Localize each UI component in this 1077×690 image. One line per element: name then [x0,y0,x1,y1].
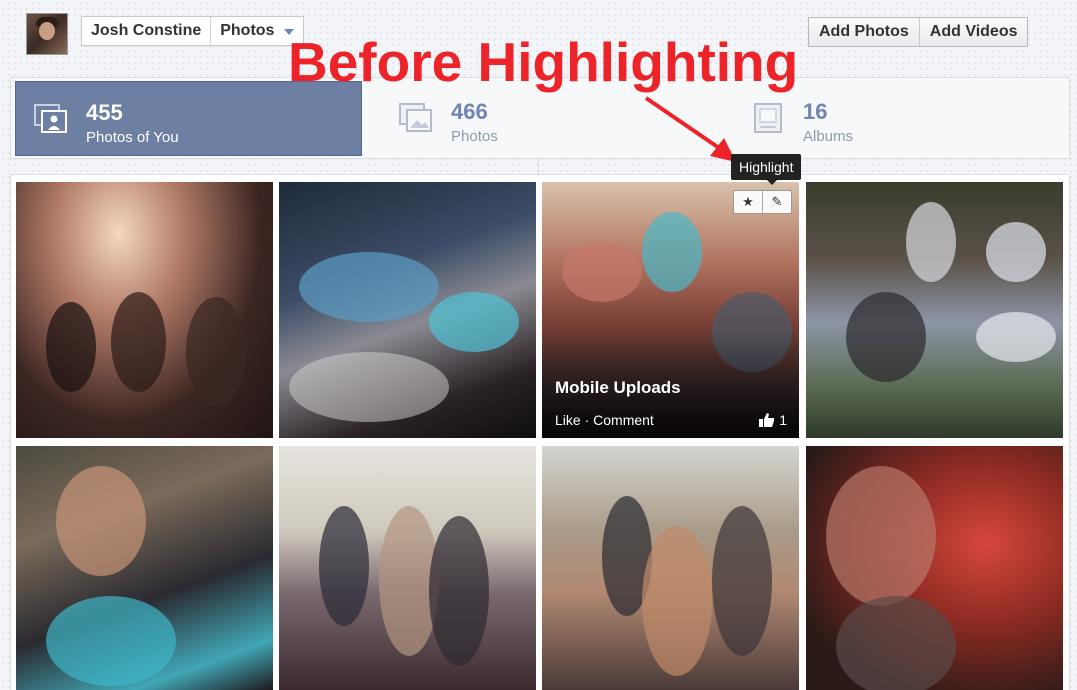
highlight-tooltip: Highlight [731,154,802,185]
stat-count: 16 [803,99,828,124]
photo-thumbnail-hovered[interactable]: ★ ✎ Mobile Uploads Like · Comment 1 [542,182,799,438]
album-title[interactable]: Mobile Uploads [555,378,681,398]
photo-tools: ★ ✎ [733,190,792,214]
photo-actions: Like · Comment [555,412,654,428]
stat-label: Photos of You [86,129,179,146]
photo-of-you-icon [34,104,67,133]
photo-thumbnail[interactable] [806,446,1063,690]
like-link[interactable]: Like [555,412,581,428]
star-icon[interactable]: ★ [734,191,762,213]
thumbs-up-icon [759,413,775,427]
photo-thumbnail[interactable] [279,446,536,690]
section-divider [10,160,1068,175]
stat-count: 466 [451,99,488,124]
photo-thumbnail[interactable] [542,446,799,690]
like-count-value: 1 [779,412,787,428]
annotation-title: Before Highlighting [288,31,799,93]
separator: · [584,412,590,428]
pencil-icon[interactable]: ✎ [762,191,791,213]
album-icon [754,103,782,133]
photo-thumbnail[interactable] [279,182,536,438]
photos-icon [399,103,432,132]
add-photos-button[interactable]: Add Photos [809,18,919,46]
photo-thumbnail[interactable] [16,446,273,690]
stat-label: Albums [803,128,854,145]
photo-thumbnail[interactable] [16,182,273,438]
breadcrumb-section-label: Photos [220,22,275,39]
stat-count: 455 [86,100,123,125]
like-count[interactable]: 1 [759,412,787,428]
photo-thumbnail[interactable] [806,182,1063,438]
stat-label: Photos [451,128,498,145]
header-actions: Add Photos Add Videos [808,17,1029,47]
comment-link[interactable]: Comment [593,412,654,428]
add-videos-button[interactable]: Add Videos [918,18,1028,46]
breadcrumb: Josh Constine Photos [81,16,305,46]
profile-avatar[interactable] [26,13,68,55]
breadcrumb-profile-name[interactable]: Josh Constine [82,17,210,45]
